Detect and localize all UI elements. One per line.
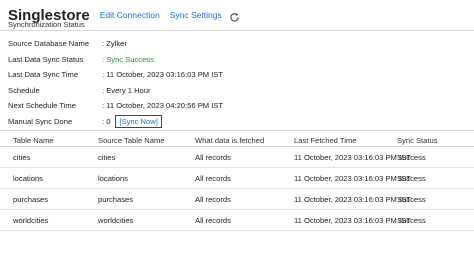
source-table-cell: locations [98,173,128,183]
sync-now-button[interactable]: [Sync Now] [115,114,162,128]
sync-info-panel: Source Database Name : Zylker Last Data … [8,36,308,129]
column-header: Sync Status [397,135,438,145]
data-fetched-cell: All records [195,194,231,204]
column-header: Last Fetched Time [294,135,357,145]
edit-connection-link[interactable]: Edit Connection [100,10,160,20]
info-value: : 11 October, 2023 03:16:03 PM IST [102,70,224,80]
column-header: What data is fetched [195,135,265,145]
refresh-icon[interactable] [229,10,240,22]
last-fetched-cell: 11 October, 2023 03:16:03 PM IST [294,152,411,162]
source-table-cell: purchases [98,194,134,204]
header-divider [0,30,474,31]
last-fetched-cell: 11 October, 2023 03:16:03 PM IST [294,173,411,183]
info-value: : 11 October, 2023 04:20:56 PM IST [102,101,224,111]
info-value: : Zylker [102,39,127,49]
info-label: Source Database Name [8,39,90,49]
info-row-sync-time: Last Data Sync Time : 11 October, 2023 0… [8,67,308,83]
sync-settings-link[interactable]: Sync Settings [170,10,222,20]
sync-status-cell: Success [397,215,426,225]
data-fetched-cell: All records [195,173,231,183]
info-row-source-db: Source Database Name : Zylker [8,36,308,52]
table-header-row: Table Name Source Table Name What data i… [0,134,474,147]
info-label: Last Data Sync Time [8,70,79,80]
table-name-cell: locations [13,173,43,183]
info-row-sync-status: Last Data Sync Status : Sync Success [8,52,308,68]
table-row: locations locations All records 11 Octob… [0,168,474,189]
data-fetched-cell: All records [195,215,231,225]
info-row-next-schedule: Next Schedule Time : 11 October, 2023 04… [8,98,308,114]
info-label: Schedule [8,85,40,95]
info-row-schedule: Schedule : Every 1 Hour [8,83,308,99]
table-name-cell: cities [13,152,31,162]
page-subtitle: Synchronization Status [8,20,85,29]
sync-status-cell: Success [397,173,426,183]
last-fetched-cell: 11 October, 2023 03:16:03 PM IST [294,194,411,204]
source-table-cell: cities [98,152,116,162]
table-row: purchases purchases All records 11 Octob… [0,189,474,210]
sync-status-cell: Success [397,194,426,204]
info-value: : 0 [102,116,111,126]
sync-status-value: : Sync Success [102,54,154,64]
column-header: Source Table Name [98,135,165,145]
info-label: Last Data Sync Status [8,54,84,64]
data-fetched-cell: All records [195,152,231,162]
column-header: Table Name [13,135,54,145]
source-table-cell: worldcities [98,215,134,225]
table-name-cell: worldcities [13,215,49,225]
info-row-manual-sync: Manual Sync Done : 0 [Sync Now] [8,114,308,130]
sync-status-cell: Success [397,152,426,162]
section-divider [0,130,474,131]
info-value: : Every 1 Hour [102,85,151,95]
table-name-cell: purchases [13,194,49,204]
table-row: worldcities worldcities All records 11 O… [0,210,474,231]
table-row: cities cities All records 11 October, 20… [0,147,474,168]
last-fetched-cell: 11 October, 2023 03:16:03 PM IST [294,215,411,225]
info-label: Next Schedule Time [8,101,76,111]
info-label: Manual Sync Done [8,116,73,126]
tables-list: Table Name Source Table Name What data i… [0,134,474,231]
